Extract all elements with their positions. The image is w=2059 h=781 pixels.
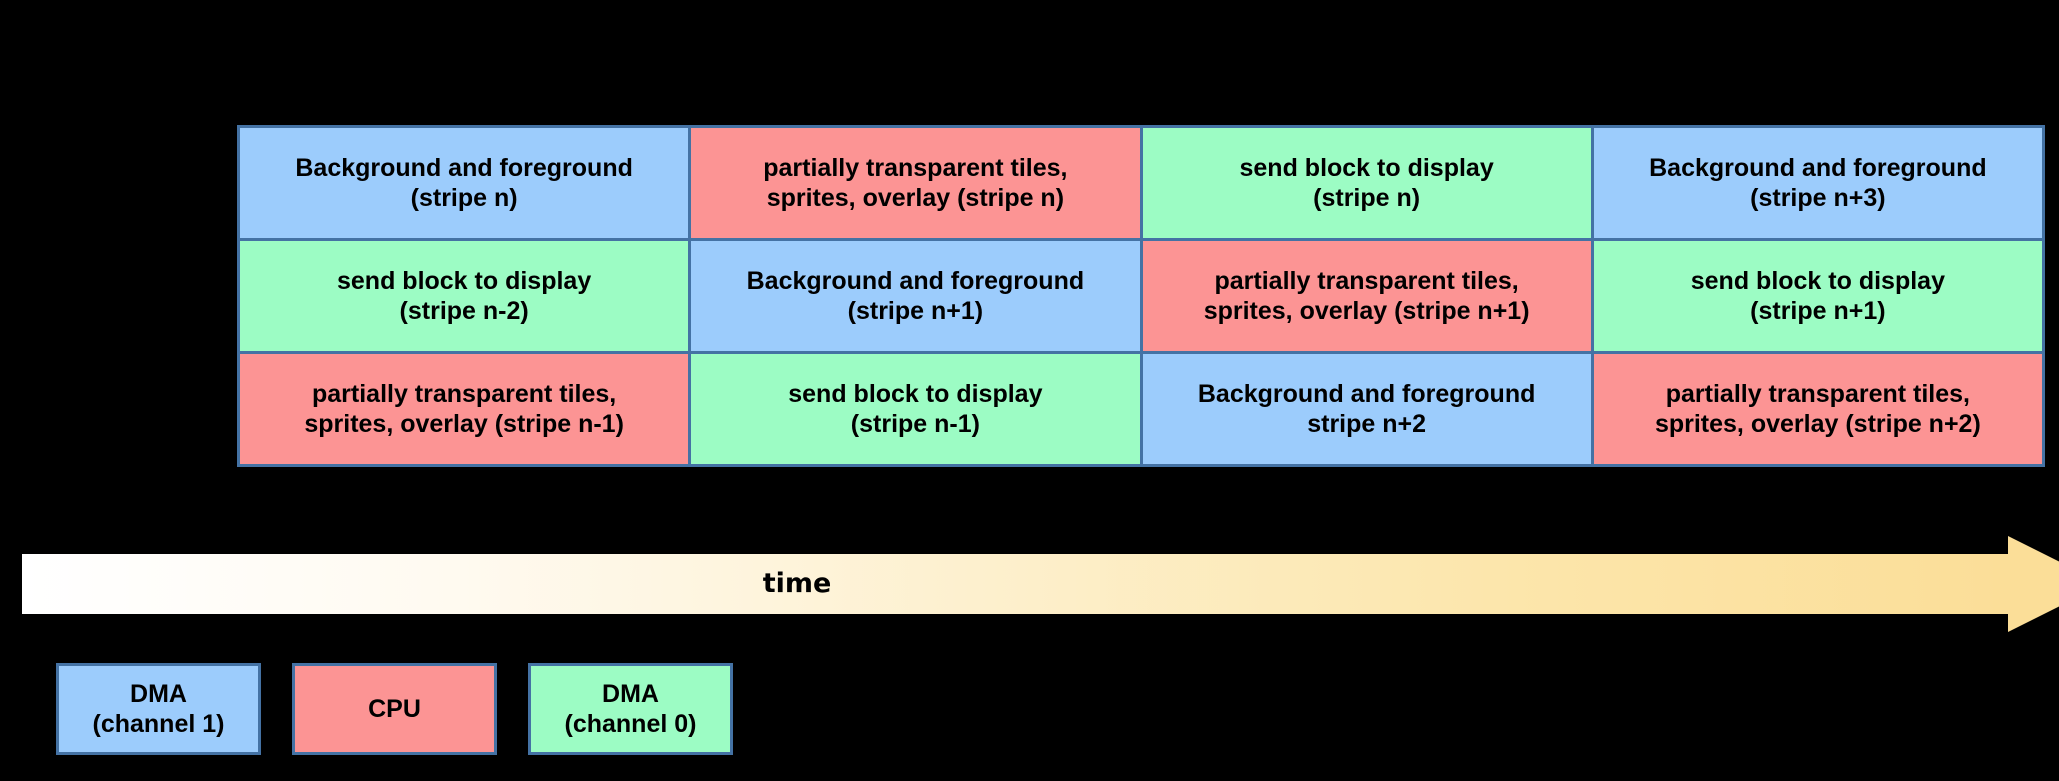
pipeline-cell-r2c0: partially transparent tiles, sprites, ov… — [236, 351, 692, 467]
pipeline-cell-line-1: Background and foreground — [295, 153, 633, 182]
pipeline-cell-line-2: sprites, overlay (stripe n+2) — [1654, 410, 1981, 438]
pipeline-cell-r0c3: Background and foreground (stripe n+3) — [1590, 125, 2046, 241]
pipeline-cell-r0c0: Background and foreground (stripe n) — [236, 125, 692, 241]
pipeline-cell-r0c2: send block to display (stripe n) — [1139, 125, 1594, 241]
pipeline-cell-line-2: sprites, overlay (stripe n+1) — [1203, 297, 1530, 325]
pipeline-cell-r1c0: send block to display (stripe n-2) — [236, 238, 692, 354]
pipeline-cell-line-2: (stripe n+1) — [1750, 297, 1886, 325]
pipeline-cell-line-2: sprites, overlay (stripe n) — [766, 184, 1065, 212]
table-row: Background and foreground (stripe n) par… — [236, 125, 2046, 241]
legend: DMA (channel 1) CPU DMA (channel 0) — [56, 663, 733, 755]
pipeline-cell-line-1: partially transparent tiles, — [311, 379, 617, 408]
pipeline-cell-r0c1: partially transparent tiles, sprites, ov… — [688, 125, 1143, 241]
pipeline-cell-line-1: partially transparent tiles, — [763, 153, 1068, 182]
pipeline-cell-line-2: (stripe n+1) — [847, 297, 984, 325]
pipeline-cell-line-1: send block to display — [788, 379, 1043, 408]
legend-line-1: DMA — [130, 679, 187, 708]
legend-line-2: (channel 0) — [564, 710, 697, 738]
pipeline-cell-line-1: partially transparent tiles, — [1665, 379, 1971, 408]
time-axis-label: time — [762, 568, 832, 599]
legend-line-1: CPU — [368, 694, 421, 723]
legend-item-cpu: CPU — [292, 663, 497, 755]
legend-item-dma-channel-0: DMA (channel 0) — [528, 663, 733, 755]
pipeline-cell-r1c1: Background and foreground (stripe n+1) — [688, 238, 1143, 354]
pipeline-cell-r2c3: partially transparent tiles, sprites, ov… — [1590, 351, 2046, 467]
pipeline-cell-line-2: stripe n+2 — [1307, 410, 1427, 438]
pipeline-table-body: Background and foreground (stripe n) par… — [236, 125, 2046, 467]
pipeline-cell-line-1: send block to display — [1239, 153, 1494, 182]
pipeline-cell-line-1: Background and foreground — [746, 266, 1085, 295]
pipeline-cell-r1c3: send block to display (stripe n+1) — [1590, 238, 2046, 354]
pipeline-cell-line-1: partially transparent tiles, — [1214, 266, 1519, 295]
time-axis-arrow: time — [22, 536, 2059, 632]
pipeline-cell-line-2: (stripe n+3) — [1750, 184, 1886, 212]
legend-line-1: DMA — [602, 679, 659, 708]
pipeline-cell-line-2: (stripe n-2) — [399, 297, 529, 325]
legend-line-2: (channel 1) — [92, 710, 225, 738]
pipeline-cell-line-2: (stripe n-1) — [850, 410, 980, 438]
pipeline-timing-table: Background and foreground (stripe n) par… — [236, 125, 2046, 467]
pipeline-cell-line-1: send block to display — [1690, 266, 1945, 295]
pipeline-cell-line-1: send block to display — [337, 266, 592, 295]
pipeline-cell-line-2: sprites, overlay (stripe n-1) — [304, 410, 624, 438]
legend-item-text: DMA (channel 0) — [565, 679, 697, 740]
pipeline-cell-r1c2: partially transparent tiles, sprites, ov… — [1139, 238, 1594, 354]
pipeline-cell-r2c1: send block to display (stripe n-1) — [688, 351, 1143, 467]
pipeline-cell-r2c2: Background and foreground stripe n+2 — [1139, 351, 1594, 467]
legend-item-text: CPU — [368, 694, 421, 725]
pipeline-cell-line-2: (stripe n) — [1313, 184, 1421, 212]
pipeline-cell-line-1: Background and foreground — [1197, 379, 1536, 408]
table-row: partially transparent tiles, sprites, ov… — [236, 351, 2046, 467]
arrow-right-icon — [2008, 536, 2059, 632]
pipeline-cell-line-1: Background and foreground — [1649, 153, 1987, 182]
legend-item-text: DMA (channel 1) — [93, 679, 225, 740]
pipeline-cell-line-2: (stripe n) — [410, 184, 518, 212]
table-row: send block to display (stripe n-2) Backg… — [236, 238, 2046, 354]
legend-item-dma-channel-1: DMA (channel 1) — [56, 663, 261, 755]
